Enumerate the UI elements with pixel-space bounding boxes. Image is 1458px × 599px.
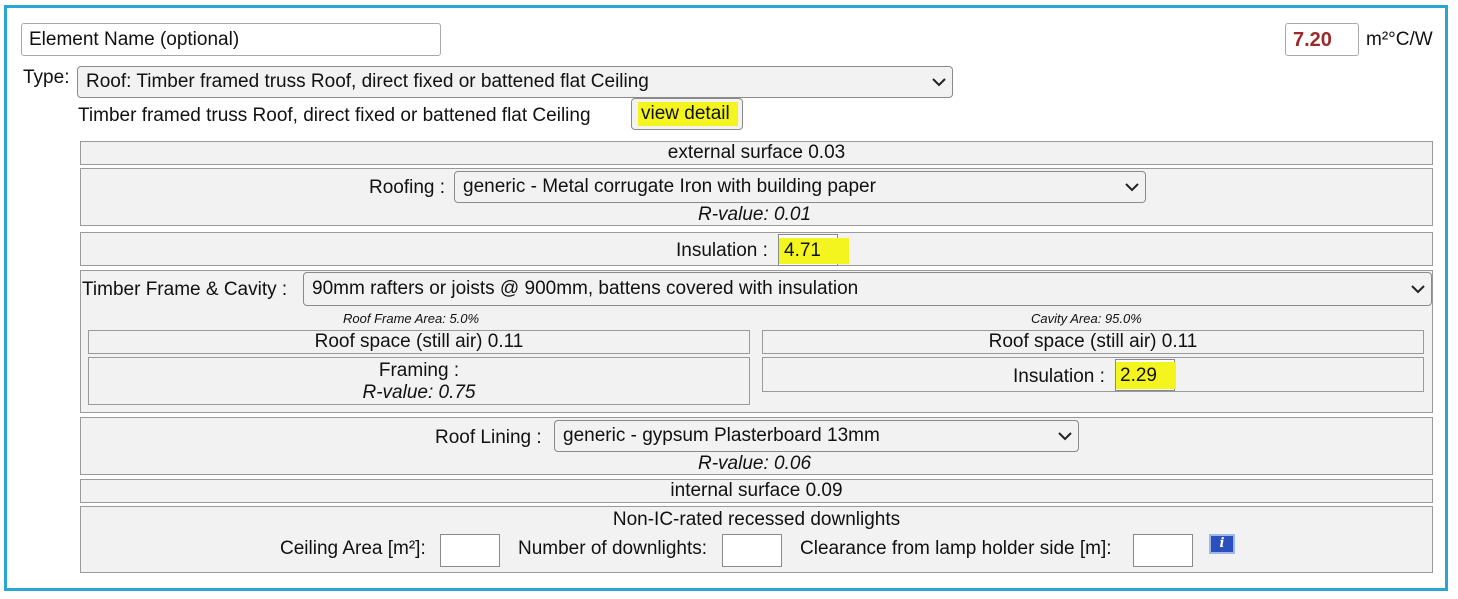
roofing-selected-value: generic - Metal corrugate Iron with buil… [463, 176, 876, 197]
insulation-row: Insulation : 4.71 [80, 232, 1433, 266]
cavity-insulation-cell: Insulation : 2.29 [762, 357, 1424, 392]
roof-lining-panel: Roof Lining : generic - gypsum Plasterbo… [80, 417, 1433, 475]
right-roof-space-text: Roof space (still air) 0.11 [988, 331, 1198, 352]
roofing-label: Roofing : [369, 177, 446, 198]
framing-label: Framing : [378, 360, 460, 381]
cavity-insulation-input[interactable]: 2.29 [1115, 359, 1176, 391]
framing-cell: Framing : R-value: 0.75 [88, 357, 750, 405]
info-icon[interactable]: i [1209, 534, 1235, 554]
frame-cavity-panel: Timber Frame & Cavity : 90mm rafters or … [80, 270, 1433, 413]
ceiling-area-label: Ceiling Area [m²]: [280, 538, 426, 559]
cavity-area: Cavity Area: 95.0% [1031, 311, 1142, 326]
insulation-input[interactable]: 4.71 [778, 234, 849, 266]
chevron-down-icon [1052, 431, 1078, 441]
chevron-down-icon [1119, 182, 1145, 192]
type-selected-value: Roof: Timber framed truss Roof, direct f… [86, 71, 649, 92]
type-description: Timber framed truss Roof, direct fixed o… [78, 105, 591, 126]
cavity-insulation-value: 2.29 [1120, 365, 1157, 386]
roof-lining-label: Roof Lining : [435, 427, 542, 448]
downlights-panel: Non-IC-rated recessed downlights Ceiling… [80, 506, 1433, 573]
internal-surface-text: internal surface 0.09 [670, 480, 843, 501]
roofing-select[interactable]: generic - Metal corrugate Iron with buil… [454, 171, 1146, 203]
view-detail-button[interactable]: view detail [631, 98, 743, 130]
r-total-value: 7.20 [1293, 29, 1332, 51]
roofing-panel: Roofing : generic - Metal corrugate Iron… [80, 168, 1433, 226]
frame-cavity-select[interactable]: 90mm rafters or joists @ 900mm, battens … [303, 272, 1432, 306]
element-name-placeholder: Element Name (optional) [29, 29, 240, 50]
insulation-label: Insulation : [676, 240, 768, 261]
downlight-count-label: Number of downlights: [518, 538, 708, 559]
frame-cavity-label: Timber Frame & Cavity : [82, 279, 288, 300]
downlights-title: Non-IC-rated recessed downlights [612, 509, 901, 530]
clearance-input[interactable] [1133, 534, 1193, 567]
left-roof-space: Roof space (still air) 0.11 [88, 330, 750, 354]
chevron-down-icon [926, 77, 952, 87]
internal-surface-row: internal surface 0.09 [80, 479, 1433, 503]
view-detail-label: view detail [641, 103, 730, 124]
cavity-insulation-label: Insulation : [1013, 366, 1105, 387]
chevron-down-icon [1405, 284, 1431, 294]
right-roof-space: Roof space (still air) 0.11 [762, 330, 1424, 354]
downlight-count-input[interactable] [722, 534, 782, 567]
framing-rvalue: R-value: 0.75 [362, 382, 476, 403]
external-surface-row: external surface 0.03 [80, 141, 1433, 165]
clearance-label: Clearance from lamp holder side [m]: [800, 538, 1112, 559]
element-name-input[interactable]: Element Name (optional) [21, 23, 441, 56]
type-select[interactable]: Roof: Timber framed truss Roof, direct f… [77, 66, 953, 98]
external-surface-text: external surface 0.03 [667, 142, 846, 163]
ceiling-area-input[interactable] [440, 534, 500, 567]
roofing-rvalue: R-value: 0.01 [698, 204, 812, 225]
roof-lining-select[interactable]: generic - gypsum Plasterboard 13mm [554, 420, 1079, 452]
left-roof-space-text: Roof space (still air) 0.11 [314, 331, 524, 352]
insulation-value: 4.71 [784, 240, 821, 261]
roof-lining-selected-value: generic - gypsum Plasterboard 13mm [563, 425, 880, 446]
frame-cavity-selected-value: 90mm rafters or joists @ 900mm, battens … [312, 278, 859, 299]
roof-lining-rvalue: R-value: 0.06 [698, 453, 812, 474]
type-label: Type: [23, 67, 70, 88]
roof-frame-area: Roof Frame Area: 5.0% [343, 311, 480, 326]
r-unit-label: m²°C/W [1366, 29, 1433, 50]
r-total-field[interactable]: 7.20 [1285, 23, 1359, 56]
